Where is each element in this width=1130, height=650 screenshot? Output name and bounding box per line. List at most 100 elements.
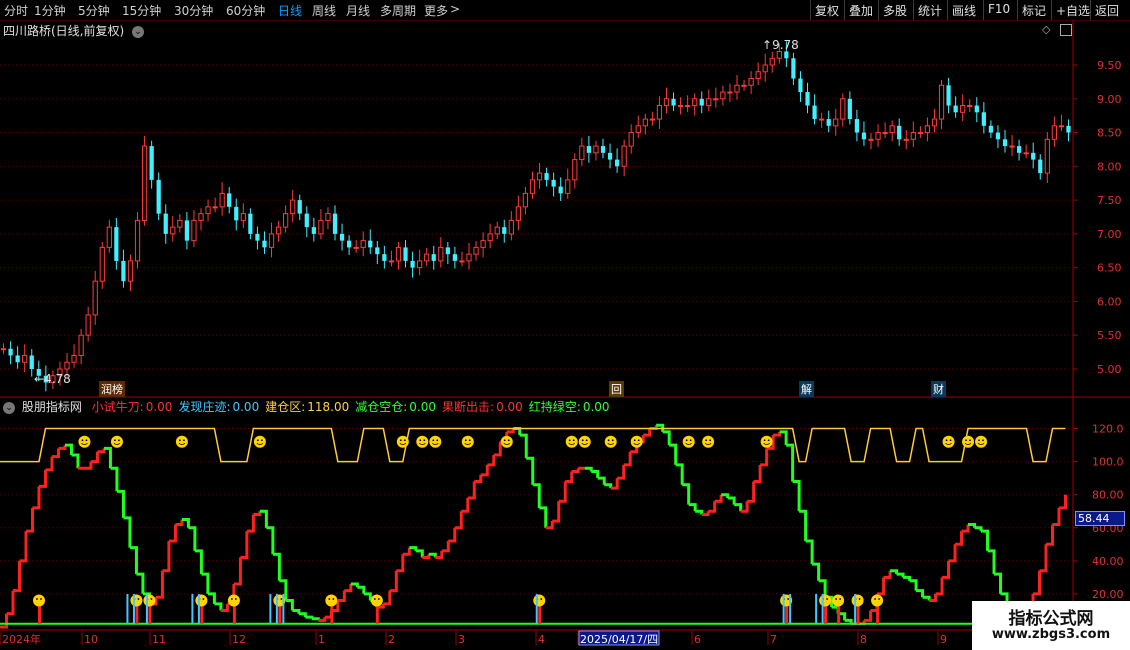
candle-body bbox=[579, 145, 585, 161]
smiley-icon bbox=[110, 435, 123, 448]
candle-body bbox=[346, 240, 352, 248]
candle-body bbox=[515, 206, 521, 221]
candle-body bbox=[748, 78, 754, 86]
candle-body bbox=[452, 254, 458, 261]
candle-body bbox=[720, 91, 726, 100]
event-marker-4[interactable]: 财 bbox=[931, 381, 946, 397]
candle-body bbox=[607, 152, 613, 160]
smiley-icon bbox=[578, 435, 591, 448]
osc-segment bbox=[591, 470, 600, 479]
price-y-tick: 9.50 bbox=[1097, 59, 1122, 72]
osc-segment bbox=[136, 572, 145, 594]
osc-y-tick: 40.00 bbox=[1092, 555, 1124, 568]
candle-body bbox=[819, 118, 825, 121]
osc-segment bbox=[116, 489, 125, 518]
low-price-label: ←4.78 bbox=[34, 372, 71, 386]
legend-label: 减仓空仓: bbox=[355, 400, 408, 414]
osc-segment bbox=[292, 608, 301, 614]
candle-body bbox=[114, 227, 119, 261]
candle-body bbox=[628, 132, 634, 147]
smiley-icon bbox=[604, 435, 617, 448]
osc-segment bbox=[987, 549, 996, 575]
osc-segment bbox=[734, 503, 743, 512]
signal-bar bbox=[815, 593, 818, 624]
candle-body bbox=[410, 260, 415, 268]
candle-body bbox=[297, 200, 302, 214]
osc-segment bbox=[207, 592, 216, 604]
osc-segment bbox=[363, 592, 372, 601]
osc-segment bbox=[201, 572, 210, 594]
time-axis-label: 2025/04/17/四 bbox=[580, 633, 658, 646]
legend-label: 红持绿空: bbox=[528, 400, 581, 414]
candle-body bbox=[854, 119, 860, 133]
osc-segment bbox=[1039, 544, 1048, 573]
osc-segment bbox=[461, 498, 470, 513]
candle-body bbox=[1051, 125, 1057, 140]
legend-value: 0.00 bbox=[145, 400, 173, 414]
osc-segment bbox=[747, 481, 756, 503]
osc-segment bbox=[32, 486, 41, 510]
osc-segment bbox=[812, 562, 821, 581]
candle-body bbox=[677, 105, 684, 108]
legend-value: 0.00 bbox=[582, 400, 610, 414]
legend-item: 小试牛刀: 0.00 bbox=[92, 400, 173, 414]
candle-body bbox=[198, 213, 204, 221]
smiley-icon bbox=[461, 435, 474, 448]
current-value-box: 58.44 bbox=[1075, 511, 1125, 526]
candle-body bbox=[974, 105, 979, 113]
osc-segment bbox=[604, 483, 613, 489]
candle-body bbox=[762, 64, 768, 73]
candle-body bbox=[353, 246, 359, 249]
candle-body bbox=[149, 146, 154, 180]
candle-body bbox=[868, 138, 874, 141]
chevron-down-icon[interactable]: ⌄ bbox=[3, 401, 15, 414]
osc-segment bbox=[526, 456, 535, 485]
event-marker-2[interactable]: 回 bbox=[609, 381, 624, 397]
window-toggle-icon[interactable] bbox=[1060, 24, 1072, 36]
smiley-icon bbox=[396, 435, 409, 448]
candle-body bbox=[805, 92, 810, 106]
candle-body bbox=[600, 146, 606, 153]
legend-item: 减仓空仓: 0.00 bbox=[355, 400, 436, 414]
candle-body bbox=[473, 246, 479, 255]
time-axis-label: 6 bbox=[694, 633, 701, 646]
chart-area[interactable]: 9.50 9.00 8.50 8.00 7.50 7.00 6.50 6.00 5.50 5.00… bbox=[0, 0, 1130, 650]
osc-segment bbox=[25, 507, 34, 533]
candle-body bbox=[727, 91, 733, 94]
osc-segment bbox=[6, 590, 15, 616]
osc-segment bbox=[246, 514, 255, 533]
candle-body bbox=[121, 260, 126, 282]
legend-label: 果断出击: bbox=[442, 400, 495, 414]
event-marker-1[interactable]: 润榜 bbox=[99, 381, 125, 397]
candle-body bbox=[360, 240, 366, 248]
candle-body bbox=[1044, 138, 1050, 174]
osc-segment bbox=[155, 570, 164, 599]
legend-value: 0.00 bbox=[232, 400, 260, 414]
diamond-icon[interactable]: ◇ bbox=[1042, 23, 1050, 36]
osc-segment bbox=[688, 503, 697, 512]
chevron-down-icon[interactable]: ⌄ bbox=[132, 25, 145, 38]
osc-segment bbox=[883, 570, 892, 579]
osc-segment bbox=[272, 552, 281, 581]
osc-segment bbox=[623, 451, 632, 467]
smiley-icon bbox=[942, 435, 955, 448]
smiley-icon bbox=[819, 594, 832, 607]
osc-segment bbox=[253, 511, 262, 517]
candle-body bbox=[339, 233, 345, 241]
candle-body bbox=[734, 84, 740, 93]
event-marker-3[interactable]: 解 bbox=[799, 381, 814, 397]
osc-segment bbox=[773, 431, 782, 437]
osc-segment bbox=[1059, 494, 1067, 510]
osc-segment bbox=[1033, 570, 1042, 596]
osc-segment bbox=[58, 445, 67, 450]
osc-segment bbox=[532, 483, 541, 508]
signal-bar bbox=[126, 593, 129, 624]
candle-body bbox=[663, 98, 670, 107]
candle-body bbox=[635, 125, 641, 134]
candle-body bbox=[375, 247, 380, 255]
candle-body bbox=[889, 125, 895, 134]
osc-segment bbox=[896, 572, 905, 578]
candle-body bbox=[931, 118, 938, 127]
osc-segment bbox=[45, 456, 54, 472]
watermark-url: www.zbgs3.com bbox=[991, 627, 1111, 642]
